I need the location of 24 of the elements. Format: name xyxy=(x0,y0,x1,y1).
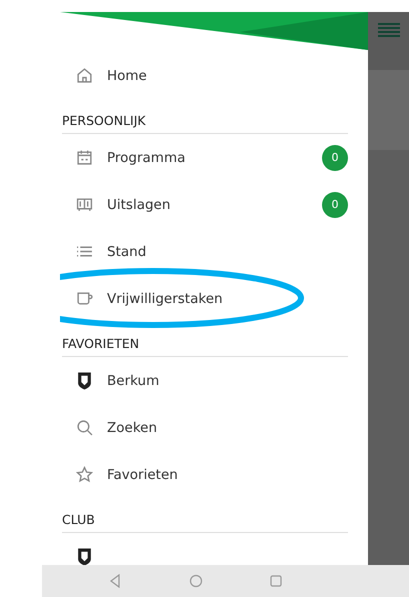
count-badge: 0 xyxy=(322,192,348,218)
home-button-icon[interactable] xyxy=(188,574,202,588)
menu-icon[interactable] xyxy=(378,22,400,38)
search-icon xyxy=(76,419,93,436)
menu-item[interactable]: Stand xyxy=(60,228,348,275)
crest-icon xyxy=(76,370,93,390)
menu-item[interactable]: Programma 0 xyxy=(60,134,348,181)
section-header: FAVORIETEN xyxy=(62,336,348,357)
back-icon[interactable] xyxy=(108,574,122,588)
section-header: PERSOONLIJK xyxy=(62,113,348,134)
cup-icon xyxy=(76,290,93,307)
count-badge: 0 xyxy=(322,144,348,170)
menu-item[interactable]: Zoeken xyxy=(60,404,348,451)
menu-item[interactable]: Home xyxy=(60,52,348,99)
menu-item[interactable]: Favorieten xyxy=(60,451,348,498)
recents-icon[interactable] xyxy=(268,574,283,588)
home-icon xyxy=(76,67,93,84)
menu-item[interactable]: Berkum xyxy=(60,357,348,404)
menu-item[interactable]: Vrijwilligerstaken xyxy=(60,275,348,322)
star-icon xyxy=(76,466,93,483)
menu-item[interactable]: Uitslagen 0 xyxy=(60,181,348,228)
scoreboard-icon xyxy=(76,196,93,213)
calendar-icon xyxy=(76,149,93,166)
section-header: CLUB xyxy=(62,512,348,533)
